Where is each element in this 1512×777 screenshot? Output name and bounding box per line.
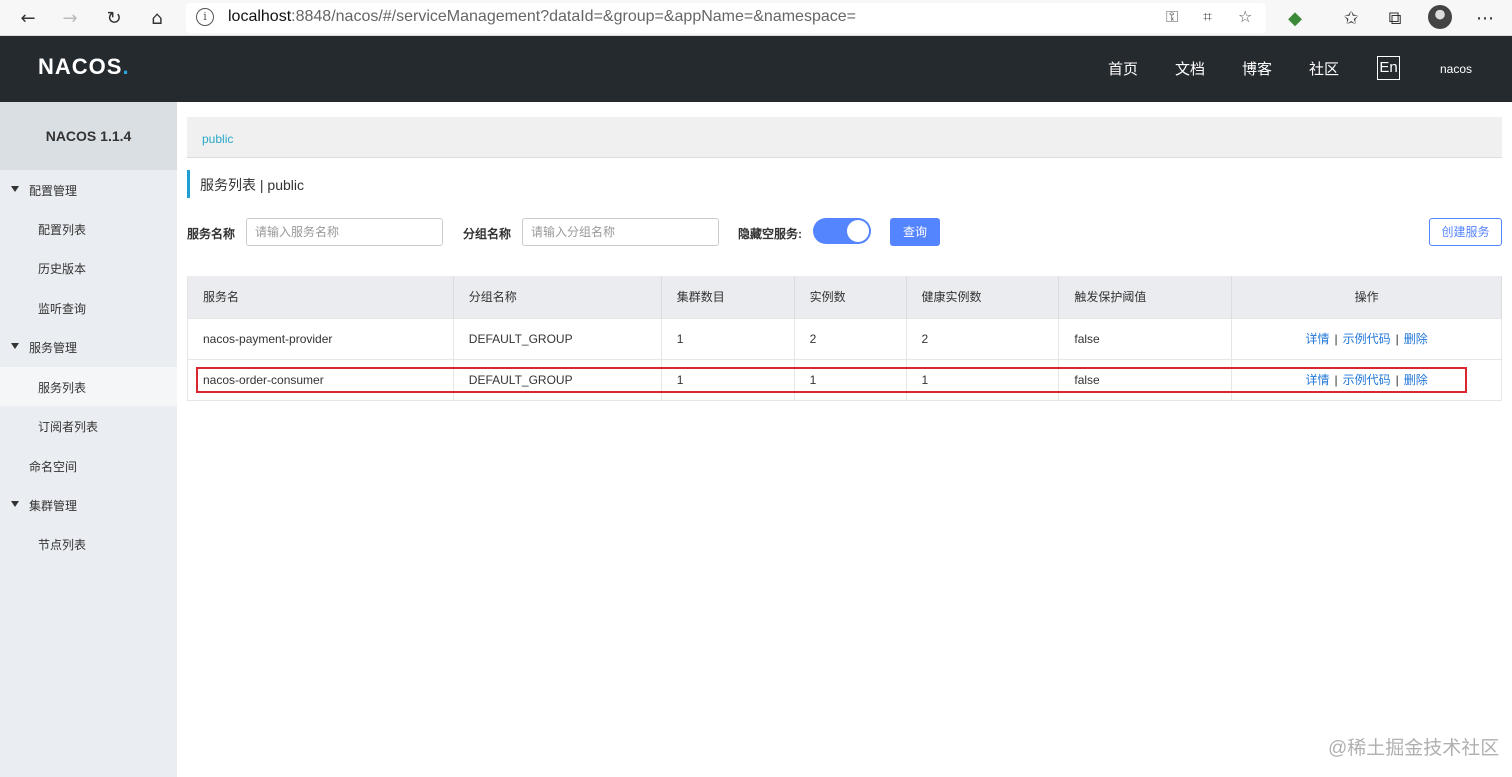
collections-icon[interactable]: ⧉ [1383,6,1407,30]
logo-text: NACOS [38,54,123,79]
sidebar-group-config[interactable]: 配置管理 [0,170,177,209]
back-icon[interactable]: ← [16,6,40,30]
cell-healthy-count: 2 [906,317,1060,359]
sidebar-item-service-list[interactable]: 服务列表 [0,367,177,406]
table-row: nacos-order-consumer DEFAULT_GROUP 1 1 1… [187,358,1502,401]
url-host: localhost [228,8,292,25]
cell-protect-threshold: false [1058,317,1233,359]
sidebar-item-label: 历史版本 [38,262,87,276]
nacos-logo[interactable]: NACOS. [38,54,130,80]
sidebar-item-label: 监听查询 [38,302,87,316]
key-icon[interactable]: ⚿ [1166,7,1178,27]
delete-link[interactable]: 删除 [1404,373,1428,387]
sidebar-group-service[interactable]: 服务管理 [0,327,177,366]
top-nav: NACOS. 首页 文档 博客 社区 nacos [0,36,1512,102]
sidebar-item-history[interactable]: 历史版本 [0,248,177,287]
col-service-name: 服务名 [187,276,454,318]
favorites-icon[interactable]: ✩ [1339,6,1363,30]
col-group-name: 分组名称 [453,276,662,318]
service-table: 服务名 分组名称 集群数目 实例数 健康实例数 触发保护阈值 操作 nacos-… [187,276,1502,401]
sidebar-item-label: 订阅者列表 [38,420,99,434]
sample-code-link[interactable]: 示例代码 [1343,373,1391,387]
sidebar-item-label: 服务列表 [38,381,87,395]
col-instance-count: 实例数 [794,276,907,318]
url-path: :8848/nacos/#/serviceManagement?dataId=&… [291,8,856,25]
forward-icon[interactable]: → [58,6,82,30]
language-switch[interactable]: En [1377,56,1400,80]
nav-docs[interactable]: 文档 [1175,58,1205,79]
sidebar-title: NACOS 1.1.4 [0,102,177,170]
sidebar-group-label: 配置管理 [29,184,78,198]
translate-icon[interactable]: ⌗ [1203,7,1212,27]
cell-group-name: DEFAULT_GROUP [453,358,662,401]
sidebar-item-label: 配置列表 [38,223,87,237]
watermark: @稀土掘金技术社区 [1328,738,1500,759]
col-protect-threshold: 触发保护阈值 [1058,276,1233,318]
cell-healthy-count: 1 [906,358,1060,401]
sidebar-group-label: 服务管理 [29,341,78,355]
col-healthy-count: 健康实例数 [906,276,1060,318]
cell-instance-count: 2 [794,317,907,359]
service-name-label: 服务名称 [187,227,236,241]
table-row: nacos-payment-provider DEFAULT_GROUP 1 2… [187,317,1502,359]
sidebar-item-namespace[interactable]: 命名空间 [0,446,177,485]
hide-empty-toggle[interactable] [813,218,871,244]
cell-service-name: nacos-payment-provider [187,317,454,359]
hide-empty-label: 隐藏空服务: [738,227,802,241]
sidebar-group-label: 集群管理 [29,499,78,513]
cell-cluster-count: 1 [661,317,795,359]
toggle-knob [847,220,869,242]
cell-actions: 详情 | 示例代码 | 删除 [1231,317,1502,359]
url-text[interactable]: localhost:8848/nacos/#/serviceManagement… [228,8,856,26]
group-name-label: 分组名称 [463,227,512,241]
caret-down-icon [11,501,19,507]
nav-home[interactable]: 首页 [1108,58,1138,79]
nav-community[interactable]: 社区 [1309,58,1339,79]
more-icon[interactable]: ⋯ [1473,6,1497,30]
sidebar-item-node-list[interactable]: 节点列表 [0,524,177,563]
caret-down-icon [11,186,19,192]
col-cluster-count: 集群数目 [661,276,795,318]
sidebar-group-label: 命名空间 [29,460,78,474]
create-service-button[interactable]: 创建服务 [1429,218,1502,246]
table-header-row: 服务名 分组名称 集群数目 实例数 健康实例数 触发保护阈值 操作 [187,276,1502,318]
query-button[interactable]: 查询 [890,218,940,246]
namespace-bar: public [187,117,1502,158]
sidebar: NACOS 1.1.4 配置管理 配置列表 历史版本 监听查询 服务管理 服务列… [0,102,177,777]
cell-group-name: DEFAULT_GROUP [453,317,662,359]
cell-service-name: nacos-order-consumer [187,358,454,401]
nav-blog[interactable]: 博客 [1242,58,1272,79]
page-title: 服务列表 | public [187,170,304,198]
col-actions: 操作 [1231,276,1502,318]
sidebar-item-label: 节点列表 [38,538,87,552]
cell-cluster-count: 1 [661,358,795,401]
home-icon[interactable]: ⌂ [145,6,169,30]
caret-down-icon [11,343,19,349]
extension-icon[interactable]: ◆ [1283,6,1307,30]
group-name-input[interactable]: 请输入分组名称 [522,218,719,246]
browser-toolbar: ← → ↻ ⌂ i localhost:8848/nacos/#/service… [0,0,1512,36]
info-icon[interactable]: i [196,8,214,26]
sidebar-item-listen[interactable]: 监听查询 [0,288,177,327]
sample-code-link[interactable]: 示例代码 [1343,332,1391,346]
detail-link[interactable]: 详情 [1305,373,1329,387]
detail-link[interactable]: 详情 [1305,332,1329,346]
user-name[interactable]: nacos [1440,62,1472,76]
sidebar-group-cluster[interactable]: 集群管理 [0,485,177,524]
favorite-star-icon[interactable]: ☆ [1238,7,1252,26]
service-name-input[interactable]: 请输入服务名称 [246,218,443,246]
sidebar-item-subscriber-list[interactable]: 订阅者列表 [0,406,177,445]
cell-protect-threshold: false [1058,358,1233,401]
delete-link[interactable]: 删除 [1404,332,1428,346]
namespace-public-link[interactable]: public [202,132,233,146]
sidebar-item-config-list[interactable]: 配置列表 [0,209,177,248]
cell-actions: 详情 | 示例代码 | 删除 [1231,358,1502,401]
refresh-icon[interactable]: ↻ [102,6,126,30]
cell-instance-count: 1 [794,358,907,401]
address-bar[interactable]: i localhost:8848/nacos/#/serviceManageme… [186,3,1266,33]
profile-avatar[interactable] [1428,5,1452,29]
